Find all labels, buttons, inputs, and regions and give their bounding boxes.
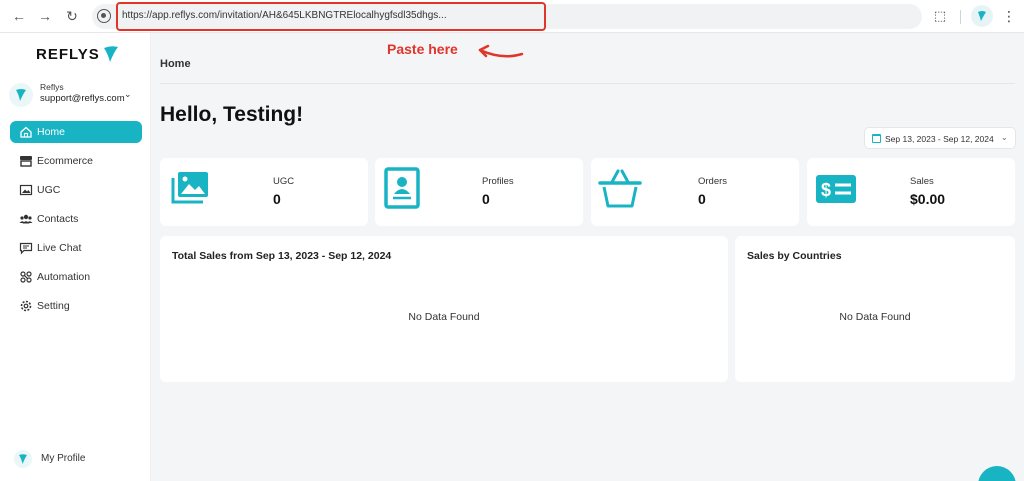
stat-label: Orders (698, 176, 728, 187)
sidebar-item-live-chat[interactable]: Live Chat (10, 237, 142, 259)
url-highlight-box (116, 2, 546, 31)
sidebar-item-ugc[interactable]: UGC (10, 179, 142, 201)
toolbar-divider (960, 10, 961, 24)
reload-icon[interactable]: ↻ (63, 7, 81, 25)
account-switcher[interactable]: Reflys support@reflys.com ⌄ (5, 78, 145, 112)
sidebar-item-label: Live Chat (37, 242, 82, 254)
stat-card-ugc[interactable]: UGC 0 (160, 158, 368, 226)
automation-icon (20, 271, 32, 283)
sidebar-item-label: Contacts (37, 213, 79, 225)
stat-value: 0 (273, 191, 281, 207)
forward-arrow-icon[interactable]: → (36, 7, 54, 25)
svg-text:$: $ (821, 180, 831, 200)
date-range-picker[interactable]: Sep 13, 2023 - Sep 12, 2024 ⌄ (864, 127, 1016, 149)
sidebar-item-label: UGC (37, 184, 61, 196)
cash-icon: $ (816, 175, 856, 203)
extensions-icon[interactable]: ⬚ (932, 8, 948, 24)
chevron-down-icon: ⌄ (1001, 133, 1008, 142)
sidebar-item-contacts[interactable]: Contacts (10, 208, 142, 230)
chevron-down-icon[interactable]: ⌄ (124, 89, 132, 100)
stat-label: UGC (273, 176, 295, 187)
annotation-arrow-icon (478, 44, 524, 58)
my-profile-link[interactable]: My Profile (12, 449, 142, 469)
basket-icon (598, 169, 642, 208)
stat-card-orders[interactable]: Orders 0 (591, 158, 799, 226)
profile-card-icon (384, 167, 420, 209)
account-name: Reflys (40, 82, 64, 92)
brand-logo: REFLYS (36, 46, 100, 63)
back-arrow-icon[interactable]: ← (10, 7, 28, 25)
stat-card-profiles[interactable]: Profiles 0 (375, 158, 583, 226)
browser-toolbar: ← → ↻ https://app.reflys.com/invitation/… (0, 0, 1024, 33)
sidebar-item-automation[interactable]: Automation (10, 266, 142, 288)
sidebar-item-ecommerce[interactable]: Ecommerce (10, 150, 142, 172)
sidebar: REFLYS Reflys support@reflys.com ⌄ Home … (0, 33, 151, 481)
reflys-logo-icon (104, 46, 118, 62)
date-range-text: Sep 13, 2023 - Sep 12, 2024 (885, 134, 994, 144)
paste-here-annotation: Paste here (387, 41, 458, 57)
sales-by-countries-panel: Sales by Countries No Data Found (735, 236, 1015, 382)
home-icon (20, 126, 32, 138)
reflys-logo-icon (978, 11, 986, 21)
sidebar-item-label: Home (37, 126, 66, 138)
account-email: support@reflys.com (40, 93, 125, 104)
browser-menu-icon[interactable]: ⋮ (1002, 7, 1016, 25)
account-avatar (9, 83, 33, 107)
reflys-logo-icon (19, 454, 27, 464)
chat-icon (19, 242, 33, 255)
image-icon (19, 184, 33, 196)
stat-label: Profiles (482, 176, 514, 187)
chat-launcher-button[interactable] (978, 466, 1016, 481)
header-divider (160, 83, 1015, 84)
stat-label: Sales (910, 176, 934, 187)
sidebar-item-home[interactable]: Home (10, 121, 142, 143)
panel-title: Sales by Countries (747, 250, 842, 262)
total-sales-panel: Total Sales from Sep 13, 2023 - Sep 12, … (160, 236, 728, 382)
sidebar-nav: Home Ecommerce UGC Contacts Live Chat Au… (10, 121, 142, 324)
site-info-icon[interactable] (97, 9, 111, 23)
browser-profile-avatar[interactable] (971, 5, 993, 27)
store-icon (20, 156, 32, 167)
page-title: Hello, Testing! (160, 103, 304, 126)
stat-value: 0 (482, 191, 490, 207)
panel-title: Total Sales from Sep 13, 2023 - Sep 12, … (172, 250, 392, 262)
sidebar-item-label: Automation (37, 271, 91, 283)
reflys-logo-icon (16, 89, 26, 101)
breadcrumb: Home (160, 58, 191, 70)
stat-value: $0.00 (910, 191, 946, 207)
gallery-icon (171, 172, 208, 204)
sidebar-item-label: Setting (37, 300, 70, 312)
gear-icon (20, 300, 32, 312)
empty-state: No Data Found (839, 311, 911, 323)
profile-avatar (14, 450, 32, 468)
my-profile-label: My Profile (41, 453, 86, 464)
stat-card-sales[interactable]: $ Sales $0.00 (807, 158, 1015, 226)
sidebar-item-setting[interactable]: Setting (10, 295, 142, 317)
calendar-icon (872, 134, 881, 143)
sidebar-item-label: Ecommerce (37, 155, 94, 167)
users-icon (19, 214, 33, 224)
stat-value: 0 (698, 191, 706, 207)
empty-state: No Data Found (408, 311, 480, 323)
